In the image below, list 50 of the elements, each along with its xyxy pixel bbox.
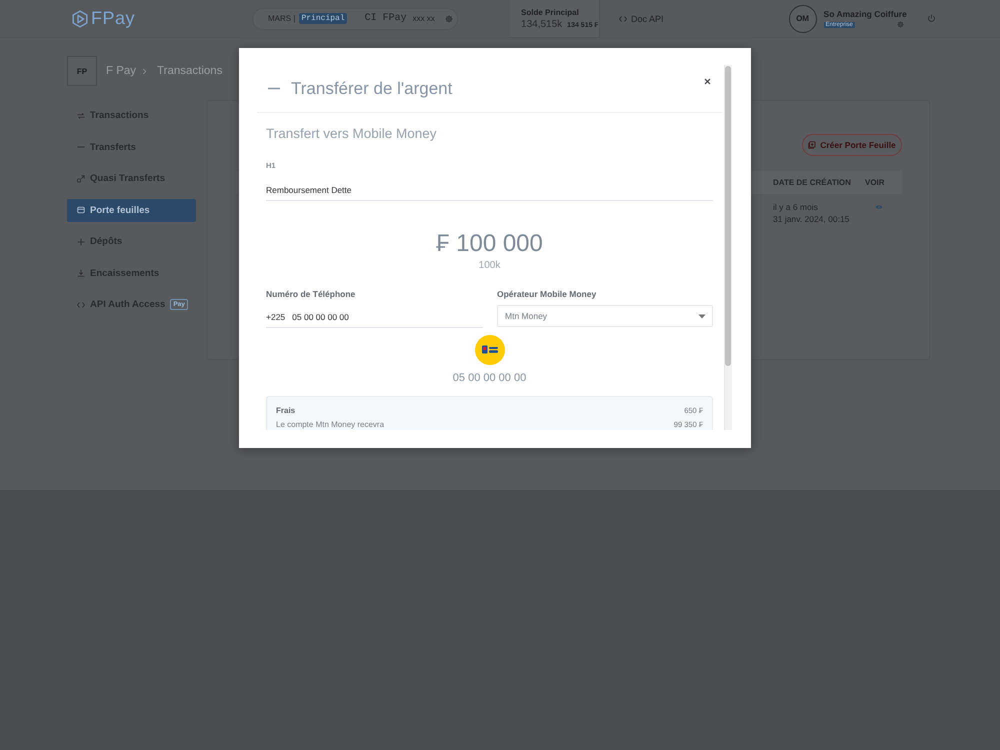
wallet-add-icon — [808, 141, 816, 149]
gear-icon[interactable] — [444, 14, 453, 22]
breadcrumb-link[interactable]: Transactions — [157, 65, 222, 77]
plus-icon — [77, 238, 85, 246]
sidebar-item[interactable]: Porte feuilles — [67, 198, 196, 222]
minus-icon — [267, 87, 281, 90]
download-icon — [77, 269, 85, 277]
logo-icon — [72, 10, 88, 28]
field-label: Numéro de Téléphone — [266, 288, 356, 300]
code-icon — [619, 14, 628, 22]
operator-select[interactable]: Mtn Money — [497, 305, 713, 327]
app-name: CI FPay — [364, 13, 407, 24]
app-badge: FP — [67, 56, 97, 86]
account-name: MARS | — [268, 14, 296, 23]
field-label: Opérateur Mobile Money — [497, 288, 598, 300]
power-button[interactable] — [926, 14, 936, 23]
eye-icon[interactable] — [875, 204, 883, 210]
account-badge: Principal — [299, 13, 347, 24]
dialog-title: Transférer de l'argent — [291, 78, 452, 98]
account-panel[interactable]: MARS | Principal CI FPay xxx xx — [252, 8, 458, 30]
masked-number: xxx xx — [412, 14, 435, 23]
user-avatar[interactable]: OM — [788, 4, 817, 32]
recipient-number: 05 00 00 00 00 — [452, 371, 528, 385]
section-title: Transfert vers Mobile Money — [266, 125, 438, 143]
phone-field[interactable]: 05 00 00 00 00 — [292, 306, 483, 327]
reason-field[interactable]: Remboursement Dette — [266, 179, 713, 201]
operator-logo-icon — [474, 335, 504, 365]
amount-text: ₣ 100 000 — [435, 229, 544, 259]
amount-short: 100k — [478, 260, 502, 272]
country-code: +225 — [266, 312, 286, 322]
chevron-icon — [142, 68, 148, 74]
close-icon — [704, 78, 711, 85]
arrows-icon — [77, 112, 85, 120]
summary-label: Le compte Mtn Money recevra — [276, 420, 384, 430]
column-header: VOIR — [865, 178, 886, 187]
caret-icon — [698, 314, 706, 318]
create-wallet-button[interactable]: Créer Porte Feuille — [802, 134, 902, 156]
summary-label: Frais — [276, 406, 296, 416]
balance-label: Solde Principal — [521, 8, 580, 16]
external-link-icon — [77, 174, 85, 182]
breadcrumb-link[interactable]: F Pay — [106, 65, 136, 77]
wallet-icon — [77, 206, 85, 214]
logo-text: FPay — [91, 8, 136, 29]
scrollbar-thumb[interactable] — [725, 66, 731, 366]
column-header: DATE DE CRÉATION — [773, 178, 852, 187]
close-button[interactable] — [704, 78, 711, 85]
code-icon — [77, 300, 85, 308]
power-icon — [926, 14, 936, 23]
user-name: So Amazing Coiffure — [824, 9, 907, 19]
gear-icon[interactable] — [896, 21, 904, 28]
